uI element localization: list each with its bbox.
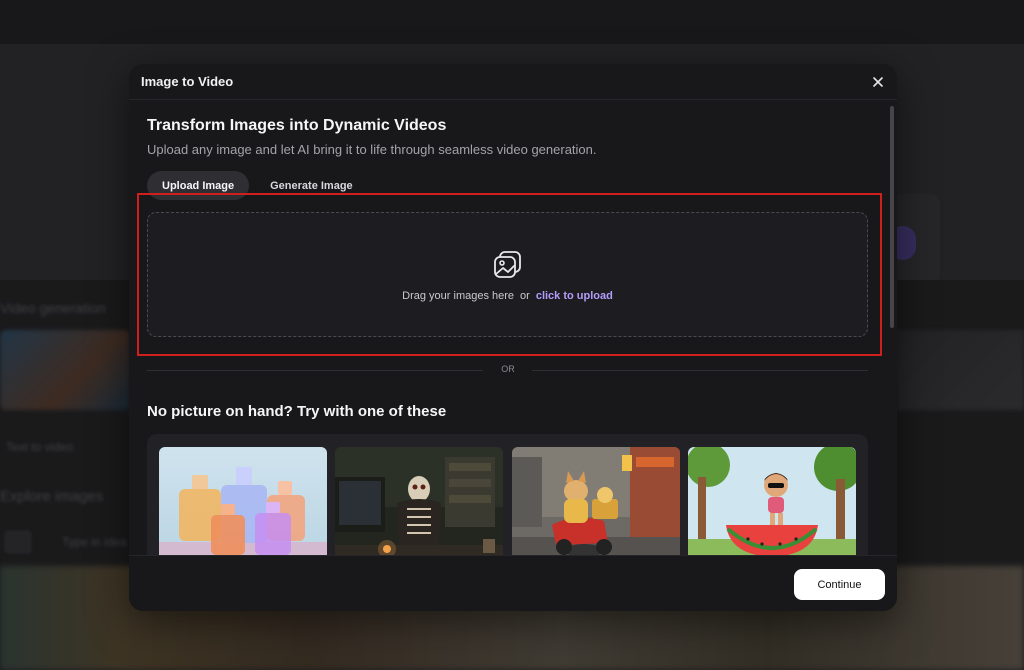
- continue-button[interactable]: Continue: [794, 569, 885, 600]
- divider-line: [532, 370, 868, 371]
- close-icon: [873, 77, 883, 87]
- modal-heading: Transform Images into Dynamic Videos: [147, 117, 447, 134]
- modal-body: Transform Images into Dynamic Videos Upl…: [129, 101, 897, 555]
- modal-scrollbar[interactable]: [890, 106, 894, 328]
- or-divider: OR: [147, 364, 868, 378]
- cat-scooter-image: [512, 447, 680, 555]
- divider-label: OR: [501, 364, 515, 374]
- highlight-annotation: [137, 193, 882, 356]
- perfume-bottles-image: [159, 447, 327, 555]
- skeleton-image: [335, 447, 503, 555]
- modal-footer: Continue: [129, 555, 897, 611]
- sample-image-perfume-bottles[interactable]: [159, 447, 327, 555]
- modal-subheading: Upload any image and let AI bring it to …: [147, 142, 597, 157]
- modal-title: Image to Video: [141, 74, 234, 89]
- modal-header: Image to Video: [129, 64, 897, 100]
- sample-image-skeleton[interactable]: [335, 447, 503, 555]
- image-to-video-modal: Image to Video Transform Images into Dyn…: [129, 64, 897, 611]
- girl-watermelon-image: [688, 447, 856, 555]
- samples-title: No picture on hand? Try with one of thes…: [147, 403, 447, 420]
- sample-image-girl-watermelon[interactable]: [688, 447, 856, 555]
- sample-image-cat-scooter[interactable]: [512, 447, 680, 555]
- divider-line: [147, 370, 483, 371]
- close-button[interactable]: [869, 73, 887, 91]
- sample-images-panel: [147, 434, 868, 555]
